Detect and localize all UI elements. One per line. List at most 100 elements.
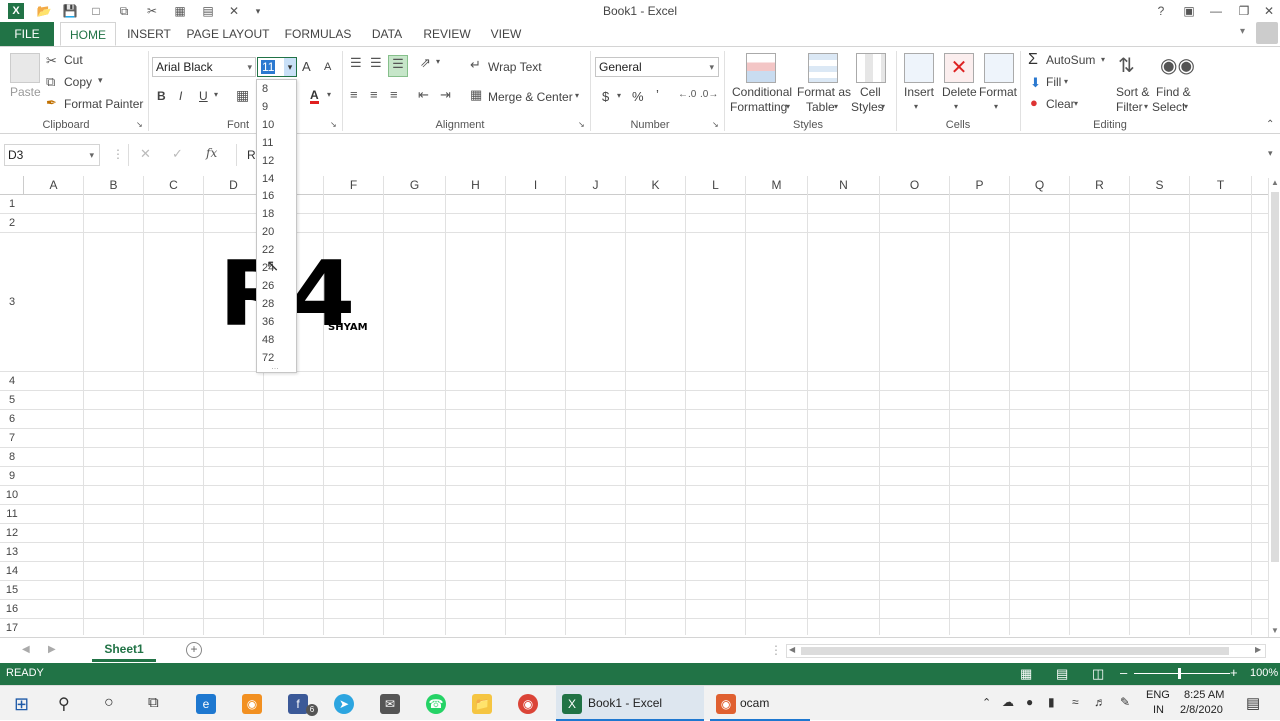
column-header[interactable]: B bbox=[84, 176, 144, 195]
chevron-down-icon[interactable]: ▾ bbox=[284, 58, 296, 76]
column-header[interactable]: M bbox=[746, 176, 808, 195]
format-painter-button[interactable]: Format Painter bbox=[64, 97, 143, 111]
battery-icon[interactable]: ▮ bbox=[1048, 695, 1055, 709]
resize-grip-icon[interactable]: … bbox=[271, 362, 279, 371]
file-explorer-icon[interactable]: 📁 bbox=[472, 694, 492, 714]
tab-view[interactable]: VIEW bbox=[486, 22, 526, 46]
action-center-icon[interactable]: ▤ bbox=[1246, 694, 1260, 712]
restore-icon[interactable]: ❐ bbox=[1233, 2, 1255, 20]
chevron-down-icon[interactable]: ▾ bbox=[1184, 102, 1188, 111]
horizontal-scroll-thumb[interactable] bbox=[801, 647, 1229, 655]
scroll-sheets-right-icon[interactable]: ▶ bbox=[48, 644, 56, 655]
format-cells-button[interactable]: Format bbox=[979, 85, 1017, 99]
scroll-up-icon[interactable]: ▲ bbox=[1271, 178, 1279, 187]
cancel-icon[interactable]: ✕ bbox=[140, 146, 151, 162]
chevron-down-icon[interactable]: ▾ bbox=[1144, 102, 1148, 111]
camera-app-icon[interactable]: ◉ bbox=[242, 694, 262, 714]
page-layout-view-icon[interactable]: ▤ bbox=[1056, 666, 1068, 682]
column-header[interactable]: K bbox=[626, 176, 686, 195]
column-header[interactable]: S bbox=[1130, 176, 1190, 195]
chevron-down-icon[interactable]: ▾ bbox=[436, 57, 440, 66]
column-header[interactable]: J bbox=[566, 176, 626, 195]
row-header[interactable]: 14 bbox=[0, 562, 24, 581]
scroll-sheets-left-icon[interactable]: ◀ bbox=[22, 644, 30, 655]
conditional-formatting-label1[interactable]: Conditional bbox=[732, 85, 792, 99]
autosum-button[interactable]: AutoSum bbox=[1046, 53, 1095, 67]
tab-review[interactable]: REVIEW bbox=[420, 22, 474, 46]
align-middle-icon[interactable]: ☰ bbox=[370, 55, 382, 71]
close-icon[interactable]: ✕ bbox=[1258, 2, 1280, 20]
taskbar-excel-button[interactable]: X Book1 - Excel bbox=[556, 686, 704, 721]
chevron-down-icon[interactable]: ▾ bbox=[247, 58, 252, 76]
font-size-option[interactable]: 11 bbox=[262, 137, 273, 149]
cortana-icon[interactable]: ○ bbox=[104, 694, 114, 712]
ribbon-display-icon[interactable]: ▣ bbox=[1178, 2, 1200, 20]
column-header[interactable]: C bbox=[144, 176, 204, 195]
italic-button[interactable]: I bbox=[179, 89, 182, 103]
taskbar-ocam-button[interactable]: ◉ ocam bbox=[710, 686, 810, 721]
column-header[interactable]: A bbox=[24, 176, 84, 195]
font-size-option[interactable]: 18 bbox=[262, 208, 274, 220]
font-size-option[interactable]: 26 bbox=[262, 280, 274, 292]
formula-input[interactable]: R bbox=[236, 144, 1268, 166]
windows-start-icon[interactable]: ⊞ bbox=[14, 694, 29, 715]
percent-button[interactable]: % bbox=[632, 89, 644, 104]
column-header[interactable]: F bbox=[324, 176, 384, 195]
tab-formulas[interactable]: FORMULAS bbox=[282, 22, 354, 46]
increase-decimal-icon[interactable]: ←.0 bbox=[678, 89, 696, 100]
avatar[interactable] bbox=[1256, 22, 1278, 44]
font-size-option[interactable]: 8 bbox=[262, 83, 268, 95]
edge-icon[interactable]: e bbox=[196, 694, 216, 714]
find-select-label2[interactable]: Select bbox=[1152, 100, 1185, 114]
font-size-option[interactable]: 14 bbox=[262, 173, 274, 185]
insert-cells-button[interactable]: Insert bbox=[904, 85, 934, 99]
row-header[interactable]: 7 bbox=[0, 429, 24, 448]
tab-file[interactable]: FILE bbox=[0, 22, 54, 46]
currency-button[interactable]: $ bbox=[602, 89, 609, 104]
cell-styles-label1[interactable]: Cell bbox=[860, 85, 881, 99]
tab-data[interactable]: DATA bbox=[366, 22, 408, 46]
find-select-label1[interactable]: Find & bbox=[1156, 85, 1191, 99]
fill-button[interactable]: Fill bbox=[1046, 75, 1061, 89]
telegram-icon[interactable]: ➤ bbox=[334, 694, 354, 714]
chevron-down-icon[interactable]: ▾ bbox=[98, 75, 103, 86]
normal-view-icon[interactable]: ▦ bbox=[1020, 666, 1032, 682]
horizontal-scrollbar[interactable]: ◀ ▶ bbox=[786, 644, 1266, 658]
chrome-icon[interactable]: ◉ bbox=[518, 694, 538, 714]
cut-button[interactable]: Cut bbox=[64, 53, 83, 67]
wifi-icon[interactable]: ≈ bbox=[1072, 695, 1079, 709]
font-size-option[interactable]: 12 bbox=[262, 155, 274, 167]
enter-icon[interactable]: ✓ bbox=[172, 146, 183, 162]
underline-button[interactable]: U bbox=[199, 89, 208, 103]
zoom-slider[interactable] bbox=[1134, 673, 1230, 674]
column-header[interactable]: G bbox=[384, 176, 446, 195]
borders-icon[interactable]: ▦ bbox=[236, 87, 249, 104]
chevron-down-icon[interactable]: ▾ bbox=[327, 90, 331, 99]
column-header[interactable]: D bbox=[204, 176, 264, 195]
dialog-launcher-icon[interactable]: ↘ bbox=[712, 120, 719, 129]
onedrive-icon[interactable]: ☁ bbox=[1002, 695, 1014, 709]
decrease-indent-icon[interactable]: ⇤ bbox=[418, 87, 429, 103]
tab-insert[interactable]: INSERT bbox=[122, 22, 176, 46]
row-header[interactable]: 6 bbox=[0, 410, 24, 429]
chevron-down-icon[interactable]: ▾ bbox=[1101, 55, 1105, 64]
align-right-icon[interactable]: ≡ bbox=[390, 87, 398, 102]
align-top-icon[interactable]: ☰ bbox=[350, 55, 362, 71]
sort-filter-label1[interactable]: Sort & bbox=[1116, 85, 1149, 99]
vertical-scrollbar[interactable]: ▲ ▼ bbox=[1268, 178, 1280, 638]
column-header[interactable]: R bbox=[1070, 176, 1130, 195]
chevron-down-icon[interactable]: ▾ bbox=[1064, 77, 1068, 86]
sheet-tab-sheet1[interactable]: Sheet1 bbox=[92, 638, 156, 662]
expand-formula-bar-icon[interactable]: ▾ bbox=[1268, 148, 1273, 159]
language-primary[interactable]: ENG bbox=[1146, 689, 1170, 701]
column-header[interactable]: I bbox=[506, 176, 566, 195]
font-size-option[interactable]: 9 bbox=[262, 101, 268, 113]
volume-icon[interactable]: ♬ bbox=[1094, 695, 1106, 709]
chevron-down-icon[interactable]: ▾ bbox=[881, 102, 885, 111]
increase-indent-icon[interactable]: ⇥ bbox=[440, 87, 451, 103]
insert-function-button[interactable]: fx bbox=[206, 146, 217, 160]
clock-date[interactable]: 2/8/2020 bbox=[1180, 704, 1223, 716]
row-header[interactable]: 8 bbox=[0, 448, 24, 467]
chevron-down-icon[interactable]: ▾ bbox=[709, 58, 714, 76]
font-name-combo[interactable]: Arial Black ▾ bbox=[152, 57, 256, 77]
